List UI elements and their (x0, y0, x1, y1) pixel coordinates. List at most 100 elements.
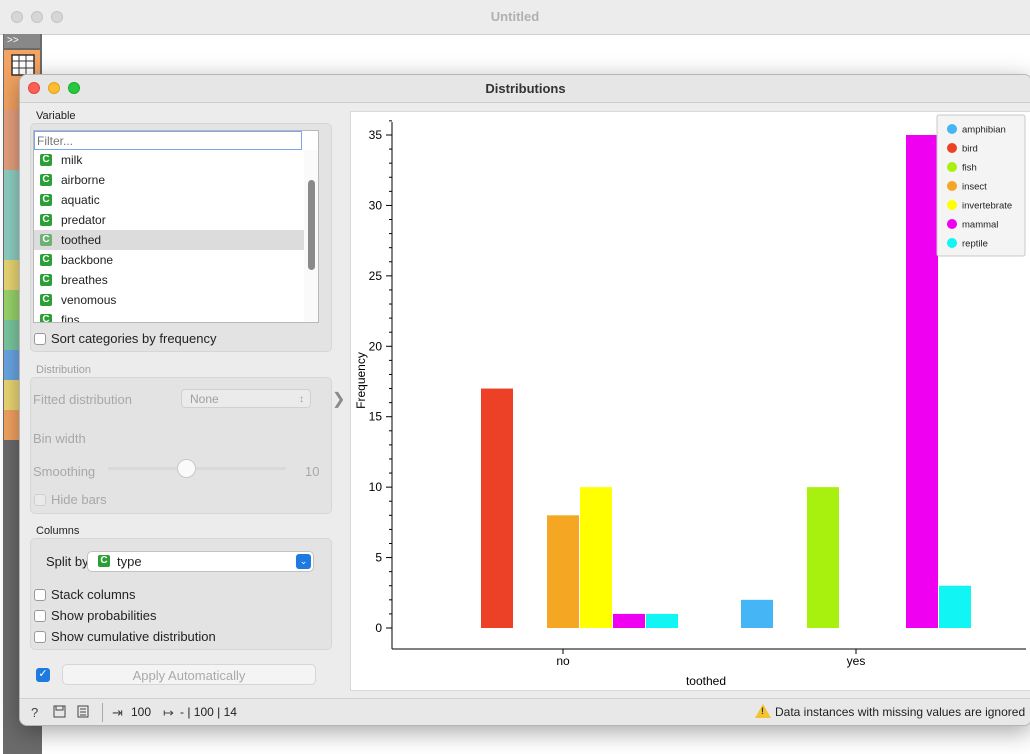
legend-swatch-amphibian (947, 124, 957, 134)
list-item[interactable]: Cvenomous (34, 290, 304, 310)
distributions-window: Distributions Variable Cmilk Cairborne C… (19, 74, 1030, 726)
separator (102, 703, 103, 722)
categorical-icon: C (40, 174, 52, 186)
categorical-icon: C (40, 274, 52, 286)
save-icon[interactable] (53, 705, 66, 721)
fitted-distribution-label: Fitted distribution (33, 392, 132, 407)
expand-toolbar-button[interactable]: >> (4, 34, 40, 48)
stack-columns-checkbox[interactable] (34, 589, 46, 601)
bar-fish-yes (807, 487, 839, 628)
legend-label-reptile: reptile (962, 239, 988, 250)
list-item[interactable]: Cmilk (34, 150, 304, 170)
status-bar: ? ⇥ 100 ↦ - | 100 | 14 ! Data instances … (20, 698, 1030, 725)
legend-label-invertebrate: invertebrate (962, 201, 1012, 212)
chevron-down-icon: ⌄ (296, 554, 311, 569)
y-tick-label: 20 (369, 339, 383, 353)
list-item[interactable]: Cbreathes (34, 270, 304, 290)
columns-group-label: Columns (36, 525, 80, 537)
list-item[interactable]: Cfins (34, 310, 304, 322)
window-titlebar: Distributions (20, 75, 1030, 103)
y-tick-label: 10 (369, 480, 383, 494)
show-cumulative-label: Show cumulative distribution (51, 629, 216, 644)
bar-mammal-yes (906, 135, 938, 628)
hide-bars-checkbox[interactable] (34, 494, 46, 506)
show-cumulative-checkbox[interactable] (34, 631, 46, 643)
variable-group-label: Variable (36, 110, 76, 122)
y-tick-label: 0 (375, 621, 382, 635)
background-window-title: Untitled (490, 9, 540, 24)
updown-chevron-icon: ↕ (299, 394, 304, 405)
categorical-icon: C (40, 314, 52, 322)
bar-insect-no (547, 515, 579, 628)
apply-automatically-checkbox[interactable]: ✓ (36, 668, 50, 682)
output-summary: - | 100 | 14 (180, 705, 237, 719)
legend-swatch-reptile (947, 238, 957, 248)
input-icon: ⇥ (112, 705, 123, 720)
legend-swatch-mammal (947, 219, 957, 229)
smoothing-label: Smoothing (33, 464, 96, 479)
bar-reptile-yes (939, 585, 971, 628)
apply-button[interactable]: Apply Automatically (62, 664, 316, 685)
legend-label-insect: insect (962, 182, 987, 193)
stack-columns-label: Stack columns (51, 587, 136, 602)
sort-by-frequency-label: Sort categories by frequency (51, 331, 217, 346)
list-item-selected[interactable]: Ctoothed (34, 230, 304, 250)
list-item[interactable]: Cbackbone (34, 250, 304, 270)
smoothing-slider[interactable] (108, 467, 286, 470)
warning-icon: ! (755, 704, 771, 718)
legend-swatch-invertebrate (947, 200, 957, 210)
x-tick-label: no (556, 654, 570, 668)
bar-mammal-no (613, 613, 645, 628)
legend-label-mammal: mammal (962, 220, 998, 231)
variable-list-scrollbar[interactable] (304, 150, 318, 322)
background-titlebar: Untitled (0, 0, 1030, 35)
smoothing-value: 10 (305, 464, 320, 479)
scroll-thumb[interactable] (308, 180, 315, 270)
legend-label-amphibian: amphibian (962, 125, 1006, 136)
legend-swatch-bird (947, 143, 957, 153)
y-tick-label: 25 (369, 269, 383, 283)
list-item[interactable]: Caquatic (34, 190, 304, 210)
bar-invertebrate-no (580, 487, 612, 628)
fitted-distribution-select[interactable]: None ↕ (181, 389, 311, 408)
y-tick-label: 30 (369, 198, 383, 212)
legend-swatch-insect (947, 181, 957, 191)
legend-swatch-fish (947, 162, 957, 172)
categorical-icon: C (40, 254, 52, 266)
output-icon: ↦ (163, 705, 174, 720)
categorical-icon: C (40, 214, 52, 226)
warning-message: Data instances with missing values are i… (775, 705, 1026, 719)
show-probabilities-checkbox[interactable] (34, 610, 46, 622)
y-tick-label: 5 (375, 551, 382, 565)
window-title: Distributions (485, 81, 566, 96)
x-tick-label: yes (847, 654, 866, 668)
distribution-chart: 0 5 10 15 20 25 30 35 Frequency no yes toothed amphi… (354, 114, 1026, 688)
categorical-icon: C (40, 194, 52, 206)
show-probabilities-label: Show probabilities (51, 608, 157, 623)
chevron-right-icon[interactable]: ❯ (332, 389, 345, 409)
legend-label-fish: fish (962, 163, 977, 174)
variable-list[interactable]: Cmilk Cairborne Caquatic Cpredator Ctoot… (33, 130, 319, 323)
y-tick-label: 35 (369, 128, 383, 142)
y-tick-label: 15 (369, 410, 383, 424)
categorical-icon: C (40, 294, 52, 306)
report-icon[interactable] (77, 705, 89, 721)
legend-label-bird: bird (962, 144, 978, 155)
bar-reptile-no (646, 613, 678, 628)
categorical-icon: C (40, 234, 52, 246)
list-item[interactable]: Cairborne (34, 170, 304, 190)
bar-amphibian-yes (741, 599, 773, 628)
sort-by-frequency-checkbox[interactable] (34, 333, 46, 345)
input-count: 100 (131, 705, 152, 719)
list-item[interactable]: Cpredator (34, 210, 304, 230)
variable-filter-input[interactable] (34, 131, 302, 150)
distribution-group-label: Distribution (36, 364, 92, 376)
chart-area: 0 5 10 15 20 25 30 35 Frequency no yes toothed amphi… (350, 111, 1030, 691)
y-axis-label: Frequency (354, 352, 368, 409)
bin-width-label: Bin width (33, 431, 86, 446)
split-by-select[interactable]: C type ⌄ (87, 551, 314, 572)
help-icon[interactable]: ? (31, 705, 38, 720)
x-axis-label: toothed (686, 674, 726, 688)
categorical-icon: C (98, 555, 110, 567)
hide-bars-label: Hide bars (51, 492, 107, 507)
